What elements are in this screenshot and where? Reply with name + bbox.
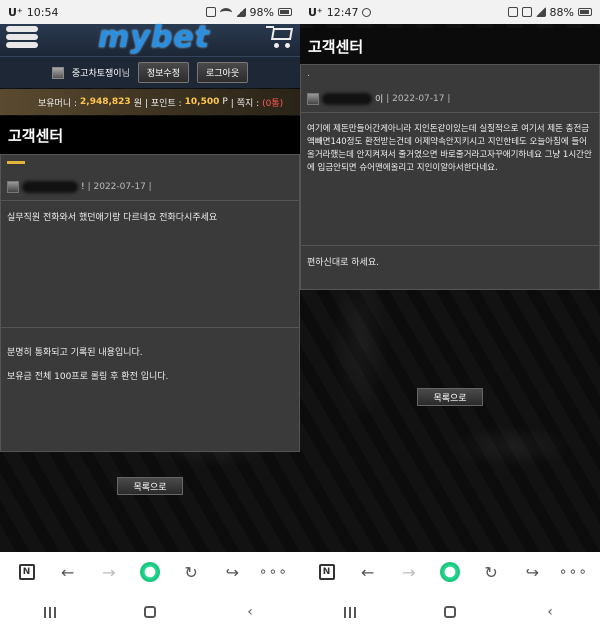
share-icon[interactable]: ↪ (221, 561, 243, 583)
status-bar: U⁺ 12:47 88% (300, 0, 600, 24)
hamburger-menu-icon[interactable] (6, 24, 38, 50)
site-header: mybet (0, 20, 300, 56)
home-icon (444, 606, 456, 618)
recent-apps-icon (44, 606, 56, 618)
author-level-icon (7, 181, 19, 193)
green-dot-icon (139, 562, 160, 582)
more-icon[interactable]: ∘∘∘ (559, 561, 587, 583)
author-level-icon (307, 92, 319, 105)
home-icon (144, 606, 156, 618)
back-to-list-button[interactable]: 목록으로 (117, 477, 183, 495)
reply-line-2: 보유금 전체 100프로 롤링 후 환전 입니다. (7, 372, 169, 382)
forward-arrow-icon[interactable]: → (98, 561, 120, 583)
post-header: ! | 2022-07-17 | (1, 155, 299, 201)
system-nav-bar: ‹ (0, 592, 300, 632)
reply-body: 분명히 통화되고 기록된 내용입니다. 보유금 전체 100프로 롤링 후 환전… (1, 327, 299, 402)
user-level-icon (51, 66, 64, 79)
author-name-redacted (322, 92, 372, 105)
back-arrow-icon[interactable]: ← (57, 561, 79, 583)
recent-apps-icon (344, 606, 356, 618)
battery-percent: 88% (549, 5, 574, 19)
author-row: ! | 2022-07-17 | (7, 181, 152, 193)
user-name: 중고차토쟁이님 (71, 69, 130, 79)
alarm-icon (507, 7, 518, 17)
clock: 10:54 (26, 5, 59, 19)
post-date: | 2022-07-17 | (386, 93, 451, 104)
author-name-suffix: ! (81, 182, 85, 192)
alarm-icon (205, 7, 216, 17)
refresh-icon[interactable]: ↻ (180, 561, 202, 583)
left-screenshot: U⁺ 10:54 98% mybet 중고차토쟁이님 정보수정 로그아웃 보유머… (0, 0, 300, 632)
note-label: | 쪽지 : (230, 98, 260, 109)
browser-nav-bar: N ← → ↻ ↪ ∘∘∘ (0, 552, 300, 592)
naver-n-icon: N (318, 564, 335, 580)
instagram-icon (362, 7, 372, 17)
system-back-icon[interactable]: ‹ (535, 602, 565, 622)
post-body: 실무직원 전화와서 했던애기랑 다르네요 전화다시주세요 (7, 213, 218, 223)
green-dot-button[interactable] (439, 561, 461, 583)
green-dot-icon (439, 562, 460, 582)
post-panel: ! | 2022-07-17 | 실무직원 전화와서 했던애기랑 다르네요 전화… (0, 154, 300, 452)
post-header: . 이 | 2022-07-17 | (301, 65, 599, 113)
signal-icon (535, 7, 546, 17)
post-body: 여기에 제돈만들어간게아니라 지인돈같이있는데 실질적으로 여기서 제돈 충전금… (307, 124, 592, 173)
naver-home-button[interactable]: N (316, 561, 338, 583)
post-marker (7, 161, 25, 164)
post-marker: . (307, 69, 310, 79)
naver-home-button[interactable]: N (16, 561, 38, 583)
reply-line-1: 편하신대로 하세요. (307, 258, 379, 268)
site-logo[interactable]: mybet (98, 20, 210, 55)
clock: 12:47 (326, 5, 359, 19)
home-button[interactable] (135, 602, 165, 622)
balance-value: 2,948,823 (80, 97, 131, 107)
right-screenshot: U⁺ 12:47 88% 고객센터 . 이 | 2022-07-17 | 여기에… (300, 0, 600, 632)
page-title: 고객센터 (0, 116, 300, 154)
reply-body: 편하신대로 하세요. (301, 245, 599, 280)
logout-button[interactable]: 로그아웃 (196, 62, 249, 83)
battery-percent: 98% (249, 5, 274, 19)
page-title: 고객센터 (300, 28, 600, 64)
point-label: | 포인트 : (144, 98, 182, 109)
carrier-label: U⁺ (308, 5, 323, 19)
wifi-icon (219, 7, 232, 17)
system-nav-bar: ‹ (300, 592, 600, 632)
system-back-icon[interactable]: ‹ (235, 602, 265, 622)
edit-info-button[interactable]: 정보수정 (137, 62, 189, 83)
refresh-icon[interactable]: ↻ (480, 561, 502, 583)
recent-apps-button[interactable] (35, 602, 65, 622)
forward-arrow-icon[interactable]: → (398, 561, 420, 583)
post-date: | 2022-07-17 | (87, 182, 152, 192)
cart-icon[interactable] (266, 24, 294, 50)
post-panel: . 이 | 2022-07-17 | 여기에 제돈만들어간게아니라 지인돈같이있… (300, 64, 600, 290)
signal-icon (235, 7, 246, 17)
point-unit: P (222, 97, 228, 107)
recent-apps-button[interactable] (335, 602, 365, 622)
battery-icon (578, 8, 592, 16)
author-row: 이 | 2022-07-17 | (307, 92, 450, 105)
share-icon[interactable]: ↪ (521, 561, 543, 583)
point-value: 10,500 (184, 97, 220, 107)
naver-n-icon: N (18, 564, 35, 580)
data-icon (521, 7, 532, 17)
back-to-list-button[interactable]: 목록으로 (417, 388, 483, 406)
balance-label: 보유머니 : (38, 98, 78, 109)
more-icon[interactable]: ∘∘∘ (259, 561, 287, 583)
green-dot-button[interactable] (139, 561, 161, 583)
balance-unit: 원 (133, 98, 142, 109)
home-button[interactable] (435, 602, 465, 622)
back-arrow-icon[interactable]: ← (357, 561, 379, 583)
user-info-row: 중고차토쟁이님 정보수정 로그아웃 (0, 56, 300, 88)
carrier-label: U⁺ (8, 5, 23, 19)
browser-nav-bar: N ← → ↻ ↪ ∘∘∘ (300, 552, 600, 592)
money-row: 보유머니 : 2,948,823 원 | 포인트 : 10,500 P | 쪽지… (0, 89, 300, 115)
reply-line-1: 분명히 통화되고 기록된 내용입니다. (7, 348, 143, 358)
battery-icon (278, 8, 292, 16)
author-name-redacted (22, 181, 78, 193)
note-count[interactable]: (0통) (262, 96, 283, 109)
author-name-suffix: 이 (375, 95, 384, 105)
